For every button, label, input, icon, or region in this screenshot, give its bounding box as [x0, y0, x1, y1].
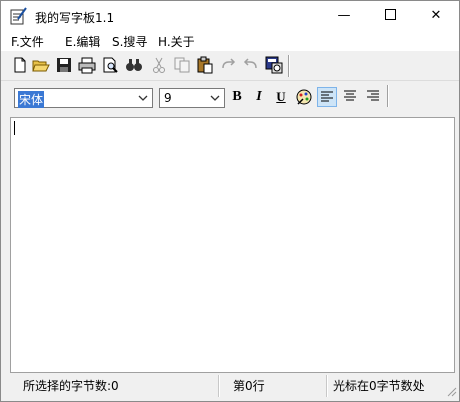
toolbar-separator [288, 55, 290, 77]
cut-icon[interactable] [150, 56, 168, 74]
font-name-value: 宋体 [18, 91, 45, 108]
status-caret-pos: 光标在0字节数处 [333, 379, 425, 393]
menu-about[interactable]: H.关于 [156, 33, 197, 50]
notepad-icon [10, 7, 27, 25]
resize-grip-icon[interactable] [447, 387, 457, 397]
font-size-value: 9 [164, 91, 172, 105]
align-right-icon [367, 90, 379, 101]
font-name-combo[interactable]: 宋体 [14, 88, 153, 108]
chevron-down-icon [138, 95, 148, 101]
menu-bar: F.文件 E.编辑 S.搜寻 H.关于 [1, 31, 459, 51]
text-editor[interactable] [10, 117, 455, 373]
menu-file[interactable]: F.文件 [9, 33, 46, 50]
close-icon: ✕ [430, 8, 442, 23]
close-button[interactable]: ✕ [413, 1, 459, 31]
menu-search[interactable]: S.搜寻 [110, 33, 149, 50]
print-preview-icon[interactable] [101, 56, 119, 74]
save-icon[interactable] [55, 56, 73, 74]
undo-icon[interactable] [242, 56, 260, 74]
toolbar-separator [387, 85, 389, 107]
align-right-button[interactable] [363, 87, 383, 107]
paste-icon[interactable] [196, 56, 214, 74]
open-folder-icon[interactable] [32, 56, 50, 74]
datetime-icon[interactable] [265, 56, 283, 74]
redo-icon[interactable] [219, 56, 237, 74]
status-bar: 所选择的字节数:0 第0行 光标在0字节数处 [1, 375, 459, 399]
window-title: 我的写字板1.1 [35, 11, 115, 25]
standard-toolbar [1, 52, 459, 81]
title-bar: 我的写字板1.1 — ✕ [1, 1, 459, 31]
align-center-button[interactable] [340, 87, 360, 107]
minimize-icon: — [337, 8, 351, 23]
print-icon[interactable] [78, 56, 96, 74]
align-left-icon [321, 91, 333, 102]
format-toolbar: 宋体 9 B I U [1, 82, 459, 116]
status-divider [218, 375, 220, 397]
status-divider [326, 375, 328, 397]
status-line: 第0行 [233, 379, 265, 393]
app-window: 我的写字板1.1 — ✕ F.文件 E.编辑 S.搜寻 H.关于 宋体 9 B … [0, 0, 460, 402]
text-color-icon[interactable] [294, 87, 314, 107]
chevron-down-icon [210, 95, 220, 101]
align-center-icon [344, 90, 356, 101]
find-icon[interactable] [125, 56, 143, 74]
new-file-icon[interactable] [11, 56, 29, 74]
maximize-icon [384, 8, 396, 20]
copy-icon[interactable] [173, 56, 191, 74]
align-left-button[interactable] [317, 87, 337, 107]
text-caret [14, 121, 15, 135]
status-selected-count: 所选择的字节数:0 [23, 379, 119, 393]
bold-button[interactable]: B [227, 87, 247, 107]
underline-button[interactable]: U [271, 87, 291, 107]
menu-edit[interactable]: E.编辑 [63, 33, 102, 50]
minimize-button[interactable]: — [321, 1, 367, 31]
maximize-button[interactable] [367, 1, 413, 31]
font-size-combo[interactable]: 9 [159, 88, 225, 108]
italic-button[interactable]: I [249, 87, 269, 107]
